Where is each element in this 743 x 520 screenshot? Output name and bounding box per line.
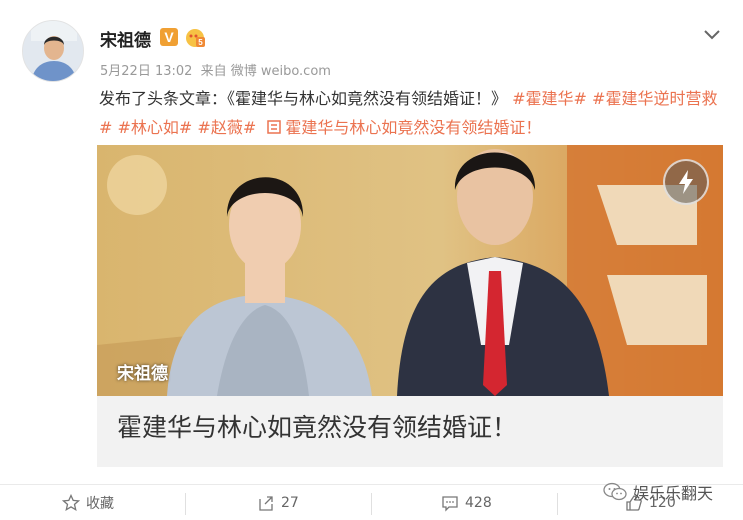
article-link-text[interactable]: 霍建华与林心如竟然没有领结婚证！ <box>285 118 541 137</box>
hashtag-huojianhua[interactable]: #霍建华# <box>512 89 587 108</box>
article-card[interactable]: 宋祖德 霍建华与林心如竟然没有领结婚证！ <box>97 145 723 467</box>
repost-button[interactable]: 27 <box>257 485 299 520</box>
article-card-title[interactable]: 霍建华与林心如竟然没有领结婚证！ <box>117 408 517 444</box>
wechat-account-name: 娱乐乐翻天 <box>633 484 714 503</box>
level-badge-icon: 5 <box>184 28 206 48</box>
post-time[interactable]: 5月22日 13:02 <box>100 64 192 79</box>
post-source: 来自 微博 weibo.com <box>200 64 331 79</box>
comment-button[interactable]: 428 <box>441 485 492 520</box>
share-icon <box>259 496 273 511</box>
hashtag-zhaowei[interactable]: #赵薇# <box>197 118 256 137</box>
comment-icon <box>442 496 458 512</box>
verified-badge: V <box>160 28 178 46</box>
toolbar-divider <box>557 493 558 515</box>
image-watermark: 宋祖德 <box>117 364 168 384</box>
post-content: 发布了头条文章：《霍建华与林心如竟然没有领结婚证！》 #霍建华# #霍建华逆时营… <box>99 84 724 142</box>
comment-count: 428 <box>465 495 492 511</box>
repost-count: 27 <box>281 495 299 511</box>
star-icon <box>62 494 80 512</box>
svg-text:5: 5 <box>198 38 203 47</box>
article-cover-image: 宋祖德 <box>97 145 723 396</box>
wechat-watermark: 娱乐乐翻天 <box>603 480 713 504</box>
weibo-post: 宋祖德 V 5 5月22日 13:02 来自 微博 weibo.com 发布了头… <box>0 0 743 520</box>
article-link[interactable]: 《霍建华与林心如竟然没有领结婚证！》 <box>227 89 507 108</box>
chevron-down-icon[interactable] <box>703 26 721 40</box>
wechat-icon <box>603 482 627 501</box>
toolbar-divider <box>185 493 186 515</box>
author-name[interactable]: 宋祖德 <box>100 26 151 51</box>
content-prefix: 发布了头条文章： <box>99 89 228 108</box>
hashtag-linxinru[interactable]: #林心如# <box>118 118 193 137</box>
toolbar-divider <box>371 493 372 515</box>
post-meta: 5月22日 13:02 来自 微博 weibo.com <box>100 60 335 79</box>
favorite-button[interactable]: 收藏 <box>62 485 114 520</box>
favorite-label: 收藏 <box>86 496 114 512</box>
lightning-icon[interactable] <box>663 159 709 205</box>
article-link-icon <box>267 113 282 142</box>
avatar[interactable] <box>22 20 84 82</box>
